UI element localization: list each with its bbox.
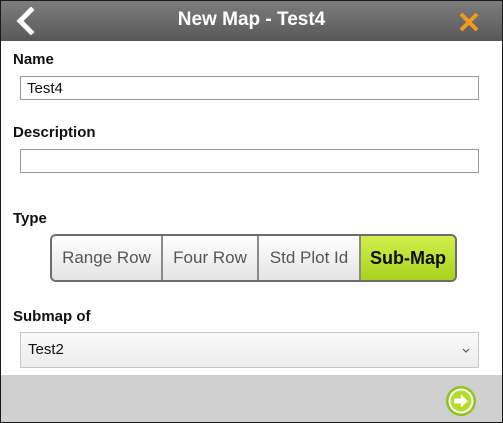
close-button[interactable]: [458, 11, 480, 33]
footer-bar: [1, 375, 502, 422]
description-label: Description: [13, 124, 96, 141]
submap-selected-value: Test2: [28, 341, 64, 358]
type-option-sub-map[interactable]: Sub-Map: [361, 236, 455, 280]
name-label: Name: [13, 51, 54, 68]
dialog-title: New Map - Test4: [177, 9, 326, 30]
close-icon: [459, 12, 479, 32]
header-bar: New Map - Test4: [1, 1, 502, 41]
chevron-left-icon: [16, 6, 35, 36]
chevron-down-icon: [462, 348, 470, 353]
type-segmented-control: Range Row Four Row Std Plot Id Sub-Map: [50, 234, 457, 282]
type-option-std-plot-id[interactable]: Std Plot Id: [259, 236, 361, 280]
type-label: Type: [13, 210, 47, 227]
description-input[interactable]: [20, 149, 479, 173]
submap-select[interactable]: Test2: [20, 332, 479, 368]
next-button[interactable]: [445, 385, 477, 417]
type-option-range-row[interactable]: Range Row: [52, 236, 163, 280]
type-option-four-row[interactable]: Four Row: [163, 236, 259, 280]
back-button[interactable]: [13, 6, 39, 36]
submap-label: Submap of: [13, 308, 91, 325]
dialog-window: New Map - Test4 Name Description Type Ra…: [0, 0, 503, 423]
name-input[interactable]: [20, 76, 479, 100]
arrow-right-circle-icon: [446, 386, 476, 416]
